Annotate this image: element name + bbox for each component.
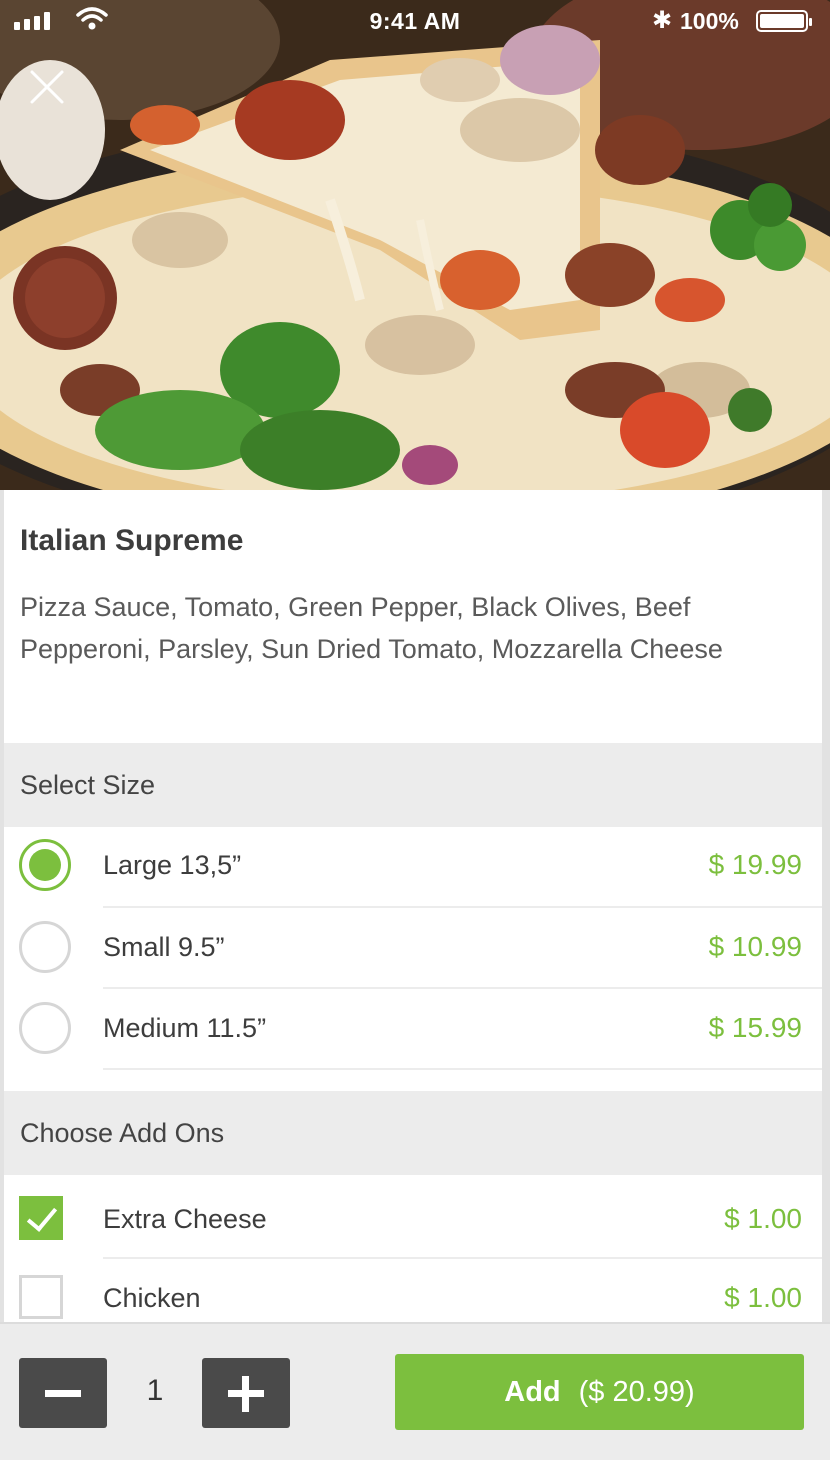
addon-price: $ 1.00 [724,1203,802,1234]
size-label: Medium 11.5” [103,1013,267,1043]
product-detail-screen: 9:41 AM ✱ 100% Italian Supreme Pizza Sau… [0,0,830,1460]
addon-price: $ 1.00 [724,1282,802,1313]
minus-icon [45,1390,81,1397]
addon-option-chicken[interactable]: Chicken $ 1.00 [4,1259,822,1322]
divider [103,1068,822,1070]
radio-unselected[interactable] [19,1002,71,1054]
product-info: Italian Supreme Pizza Sauce, Tomato, Gre… [4,490,822,743]
size-option-medium[interactable]: Medium 11.5” $ 15.99 [4,989,822,1070]
status-bar: 9:41 AM ✱ 100% [0,0,830,42]
size-label: Large 13,5” [103,850,242,880]
battery-icon [756,10,812,32]
battery-percent: 100% [680,8,739,34]
decrease-quantity-button[interactable] [19,1358,107,1428]
bottom-bar: 1 Add ($ 20.99) [0,1322,830,1460]
size-price: $ 15.99 [708,1012,802,1043]
size-section-header: Select Size [4,743,822,827]
checkbox-unchecked[interactable] [19,1275,63,1319]
size-price: $ 10.99 [708,931,802,962]
pizza-photo [0,0,830,490]
addon-label: Extra Cheese [103,1204,267,1234]
add-to-cart-button[interactable]: Add ($ 20.99) [395,1354,804,1430]
close-icon[interactable] [26,66,68,108]
addon-option-extra-cheese[interactable]: Extra Cheese $ 1.00 [4,1175,822,1259]
size-option-large[interactable]: Large 13,5” $ 19.99 [4,827,822,908]
checkbox-checked[interactable] [19,1196,63,1240]
quantity-value: 1 [146,1374,164,1407]
bluetooth-icon: ✱ [652,7,673,34]
radio-selected[interactable] [19,839,71,891]
radio-unselected[interactable] [19,921,71,973]
size-option-small[interactable]: Small 9.5” $ 10.99 [4,908,822,989]
edge-shadow-right [822,490,830,1460]
addon-label: Chicken [103,1283,201,1313]
product-description: Pizza Sauce, Tomato, Green Pepper, Black… [20,592,723,664]
product-name: Italian Supreme [20,524,244,557]
increase-quantity-button[interactable] [202,1358,290,1428]
size-label: Small 9.5” [103,932,225,962]
addons-section-header: Choose Add Ons [4,1091,822,1175]
pizza-illustration [0,0,830,490]
size-price: $ 19.99 [708,849,802,880]
add-button-price: ($ 20.99) [578,1375,695,1408]
plus-icon [242,1376,249,1412]
add-button-label: Add [504,1375,561,1408]
